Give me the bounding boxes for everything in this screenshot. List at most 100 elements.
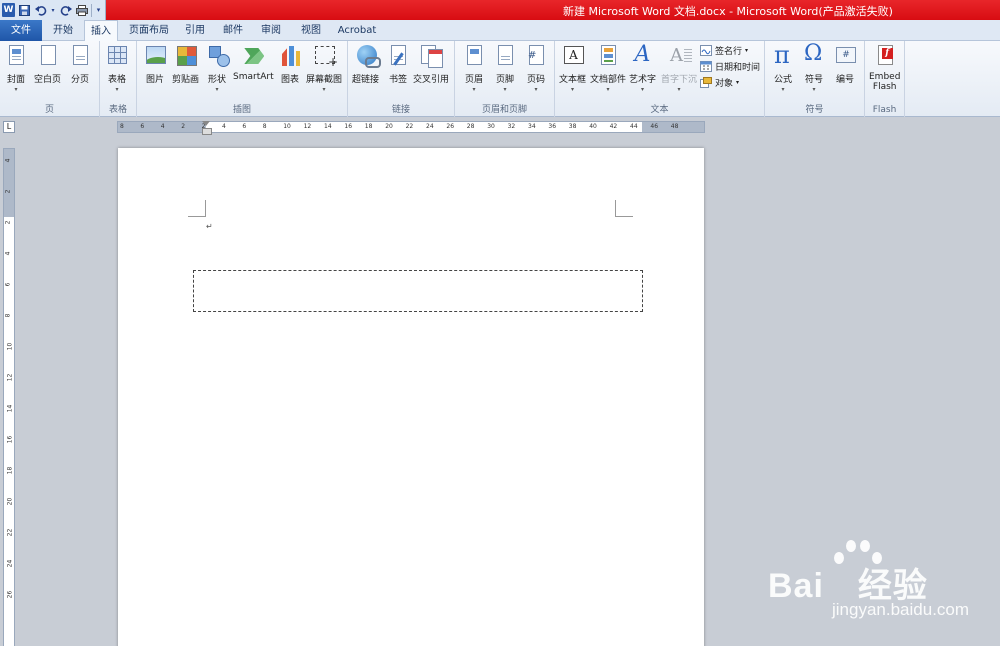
vertical-ruler[interactable]: 4 2 2 4 6 8 10 12 14 16 18 20 22 24 26: [3, 148, 15, 646]
undo-dropdown-icon[interactable]: ▾: [50, 3, 56, 17]
page-break-icon: [69, 44, 91, 68]
ruler-tick-label: 4: [160, 123, 165, 130]
picture-button[interactable]: 图片: [144, 44, 166, 85]
print-icon[interactable]: [75, 3, 88, 17]
redo-icon[interactable]: [59, 3, 72, 17]
group-flash: Embed Flash Flash: [865, 41, 905, 117]
date-time-button[interactable]: 日期和时间: [700, 60, 760, 73]
page-break-button[interactable]: 分页: [69, 44, 91, 85]
cross-reference-button[interactable]: 交叉引用: [413, 44, 449, 85]
group-header-footer: 页眉▾ 页脚▾ 页码▾ 页眉和页脚: [455, 41, 555, 117]
ruler-tick-label: 32: [507, 123, 516, 130]
page-number-button[interactable]: 页码▾: [525, 44, 547, 93]
blank-page-button[interactable]: 空白页: [34, 44, 61, 85]
group-label-flash: Flash: [872, 105, 897, 115]
tab-view[interactable]: 视图: [292, 20, 330, 41]
tab-review[interactable]: 审阅: [254, 20, 288, 41]
vertical-ruler-tick-label: 4: [4, 251, 12, 256]
vertical-ruler-tick-label: 22: [6, 528, 14, 537]
symbol-button[interactable]: Ω 符号 ▾: [803, 41, 825, 93]
customize-icon[interactable]: ▾: [95, 3, 102, 17]
ribbon-tabs: 文件 开始 插入 页面布局 引用 邮件 审阅 视图 Acrobat: [0, 20, 1000, 42]
ruler-tick-label: 14: [324, 123, 332, 130]
screenshot-button[interactable]: 屏幕截图▾: [306, 44, 342, 93]
ruler-tick-label: 6: [242, 123, 247, 130]
vertical-ruler-tick-label: 16: [6, 435, 14, 444]
header-button[interactable]: 页眉 ▾: [463, 44, 485, 93]
quick-parts-button[interactable]: 文档部件 ▾: [590, 44, 626, 93]
clip-art-button[interactable]: 剪贴画: [172, 44, 199, 85]
group-label-pages: 页: [44, 105, 54, 115]
hyperlink-button[interactable]: 超链接: [352, 44, 381, 85]
cross-reference-icon: [420, 44, 443, 68]
quick-parts-icon: [597, 44, 619, 68]
word-app-icon[interactable]: W: [2, 3, 15, 17]
tab-page-layout[interactable]: 页面布局: [122, 20, 176, 41]
drop-cap-button[interactable]: A 首字下沉 ▾: [661, 44, 697, 93]
object-button[interactable]: 对象 ▾: [700, 76, 739, 89]
vertical-ruler-tick-label: 20: [6, 497, 14, 506]
group-text: A 文本框 ▾ 文档部件 ▾ A 艺术字 ▾ A 首字下沉 ▾ 签名行 ▾ 日期和时间 对…: [555, 41, 765, 117]
wordart-button[interactable]: A 艺术字 ▾: [629, 42, 656, 93]
tab-selector[interactable]: L: [3, 121, 15, 133]
calendar-icon: [700, 61, 712, 72]
document-page[interactable]: ↵: [118, 148, 704, 646]
shapes-button[interactable]: 形状 ▾: [206, 44, 230, 93]
ruler-tick-label: 28: [466, 123, 475, 130]
ruler-tick-label: 24: [426, 123, 434, 130]
ruler-tick-label: 22: [405, 123, 414, 130]
ruler-tick-label: 4: [222, 123, 226, 130]
group-tables: 表格 ▾ 表格: [100, 41, 137, 117]
undo-icon[interactable]: [34, 3, 47, 17]
tab-file[interactable]: 文件: [0, 20, 42, 41]
vertical-ruler-tick-label: 10: [6, 342, 14, 351]
ruler-tick-label: 48: [670, 123, 679, 130]
ruler-tick-label: 36: [548, 123, 557, 130]
vertical-ruler-tick-label: 24: [6, 559, 14, 568]
crop-mark-top-left: [188, 200, 206, 217]
ruler-tick-label: 8: [262, 123, 267, 130]
table-button[interactable]: 表格 ▾: [106, 44, 128, 93]
tab-insert[interactable]: 插入: [84, 20, 118, 42]
vertical-ruler-tick-label: 18: [6, 466, 14, 475]
ruler-tick-label: 12: [303, 123, 312, 130]
text-box-button[interactable]: A 文本框 ▾: [559, 44, 586, 93]
tab-home[interactable]: 开始: [44, 20, 82, 41]
vertical-ruler-tick-label: 2: [4, 189, 12, 194]
cover-page-button[interactable]: 封面 ▾: [5, 44, 27, 93]
indent-marker[interactable]: [202, 121, 212, 135]
ruler-tick-label: 34: [528, 123, 536, 130]
smartart-button[interactable]: SmartArt: [233, 44, 274, 82]
number-button[interactable]: # 编号: [834, 44, 856, 85]
qat-separator: [91, 3, 92, 17]
tab-mailings[interactable]: 邮件: [216, 20, 250, 41]
watermark-url: jingyan.baidu.com: [832, 600, 970, 619]
save-icon[interactable]: [18, 3, 31, 17]
group-label-tables: 表格: [108, 105, 127, 115]
omega-icon: Ω: [804, 41, 823, 66]
chart-button[interactable]: 图表: [279, 44, 301, 85]
ruler-tick-label: 42: [609, 123, 618, 130]
vertical-ruler-tick-label: 14: [6, 404, 14, 413]
text-box-frame[interactable]: [193, 270, 643, 312]
group-label-illustrations: 插图: [232, 105, 251, 115]
equation-button[interactable]: π 公式 ▾: [772, 41, 794, 93]
embed-flash-button[interactable]: Embed Flash: [869, 44, 900, 92]
vertical-ruler-tick-label: 12: [6, 373, 14, 382]
page-number-icon: [525, 44, 547, 68]
horizontal-ruler[interactable]: 8 6 4 2 2 4 6 8 10 12 14 16 18 20 22 24 26 28 30 32 34 36 38 40…: [117, 121, 705, 135]
header-icon: [463, 44, 485, 68]
footer-button[interactable]: 页脚 ▾: [494, 44, 516, 93]
chart-icon: [279, 44, 301, 68]
window-title: 新建 Microsoft Word 文档.docx - Microsoft Wo…: [563, 5, 893, 18]
tab-references[interactable]: 引用: [178, 20, 212, 41]
screenshot-icon: [313, 44, 338, 69]
footer-icon: [494, 44, 516, 68]
bookmark-button[interactable]: 书签: [387, 44, 409, 85]
signature-line-button[interactable]: 签名行 ▾: [700, 44, 748, 57]
signature-line-icon: [700, 45, 712, 56]
ruler-tick-label: 10: [283, 123, 291, 130]
picture-icon: [144, 44, 166, 68]
flash-icon: [874, 44, 896, 68]
tab-acrobat[interactable]: Acrobat: [334, 20, 380, 41]
